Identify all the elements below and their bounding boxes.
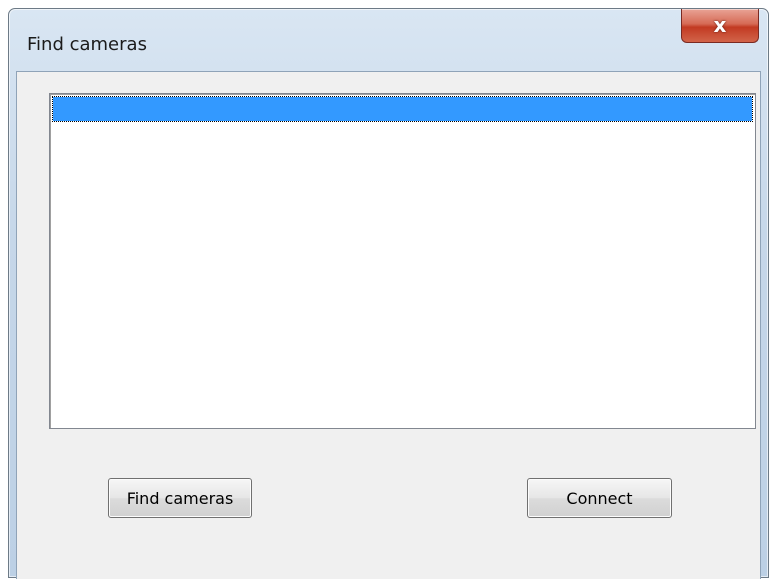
close-icon: x	[713, 13, 727, 37]
camera-name: G2CCD-3200	[57, 123, 168, 143]
camera-listbox[interactable]: G2CCD-3200 Id: 2005	[49, 93, 756, 429]
find-cameras-button[interactable]: Find cameras	[108, 478, 252, 518]
camera-list-item[interactable]: G2CCD-3200 Id: 2005	[52, 96, 753, 167]
dialog-client-area: G2CCD-3200 Id: 2005 Find cameras Connect	[16, 71, 761, 579]
close-button[interactable]: x	[681, 9, 759, 43]
camera-id: Id: 2005	[215, 147, 286, 167]
connect-button[interactable]: Connect	[527, 478, 672, 518]
title-bar[interactable]: Find cameras x	[9, 9, 768, 71]
window-title: Find cameras	[27, 34, 147, 55]
find-cameras-dialog: Find cameras x G2CCD-3200 Id: 2005 Find …	[8, 8, 769, 579]
